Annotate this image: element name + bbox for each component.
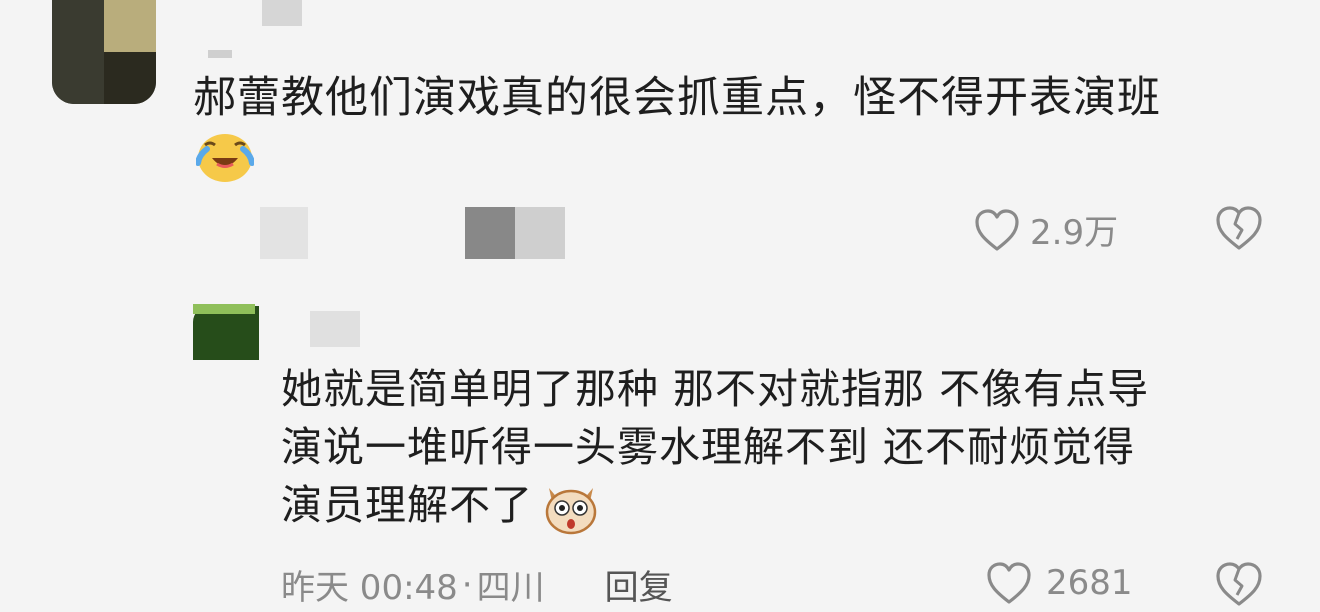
shocked-dog-emoji-icon — [545, 488, 597, 535]
like-count: 2681 — [1046, 563, 1133, 603]
reply-line: 演员理解不了 — [281, 476, 1149, 535]
heart-icon — [987, 562, 1031, 604]
reply-button[interactable]: 回复 — [605, 560, 673, 609]
reply-text: 她就是简单明了那种 那不对就指那 不像有点导 演说一堆听得一头雾水理解不到 还不… — [281, 360, 1150, 535]
avatar[interactable] — [193, 306, 259, 360]
avatar-fragment — [193, 304, 255, 314]
like-button[interactable]: 2681 — [986, 561, 1133, 605]
reply-item: 她就是简单明了那种 那不对就指那 不像有点导 演说一堆听得一头雾水理解不到 还不… — [0, 0, 1320, 612]
reply-timestamp: 昨天 00:48 — [281, 568, 458, 608]
reply-line-text: 演员理解不了 — [281, 481, 533, 529]
reply-meta: 昨天 00:48 · 四川 回复 — [281, 560, 673, 609]
reply-line: 她就是简单明了那种 那不对就指那 不像有点导 — [281, 365, 1150, 413]
reply-line: 演说一堆听得一头雾水理解不到 还不耐烦觉得 — [281, 423, 1136, 471]
meta-separator: · — [461, 564, 473, 605]
username-blurred[interactable] — [310, 311, 360, 347]
broken-heart-icon[interactable] — [1215, 561, 1263, 607]
reply-location: 四川 — [476, 568, 545, 608]
